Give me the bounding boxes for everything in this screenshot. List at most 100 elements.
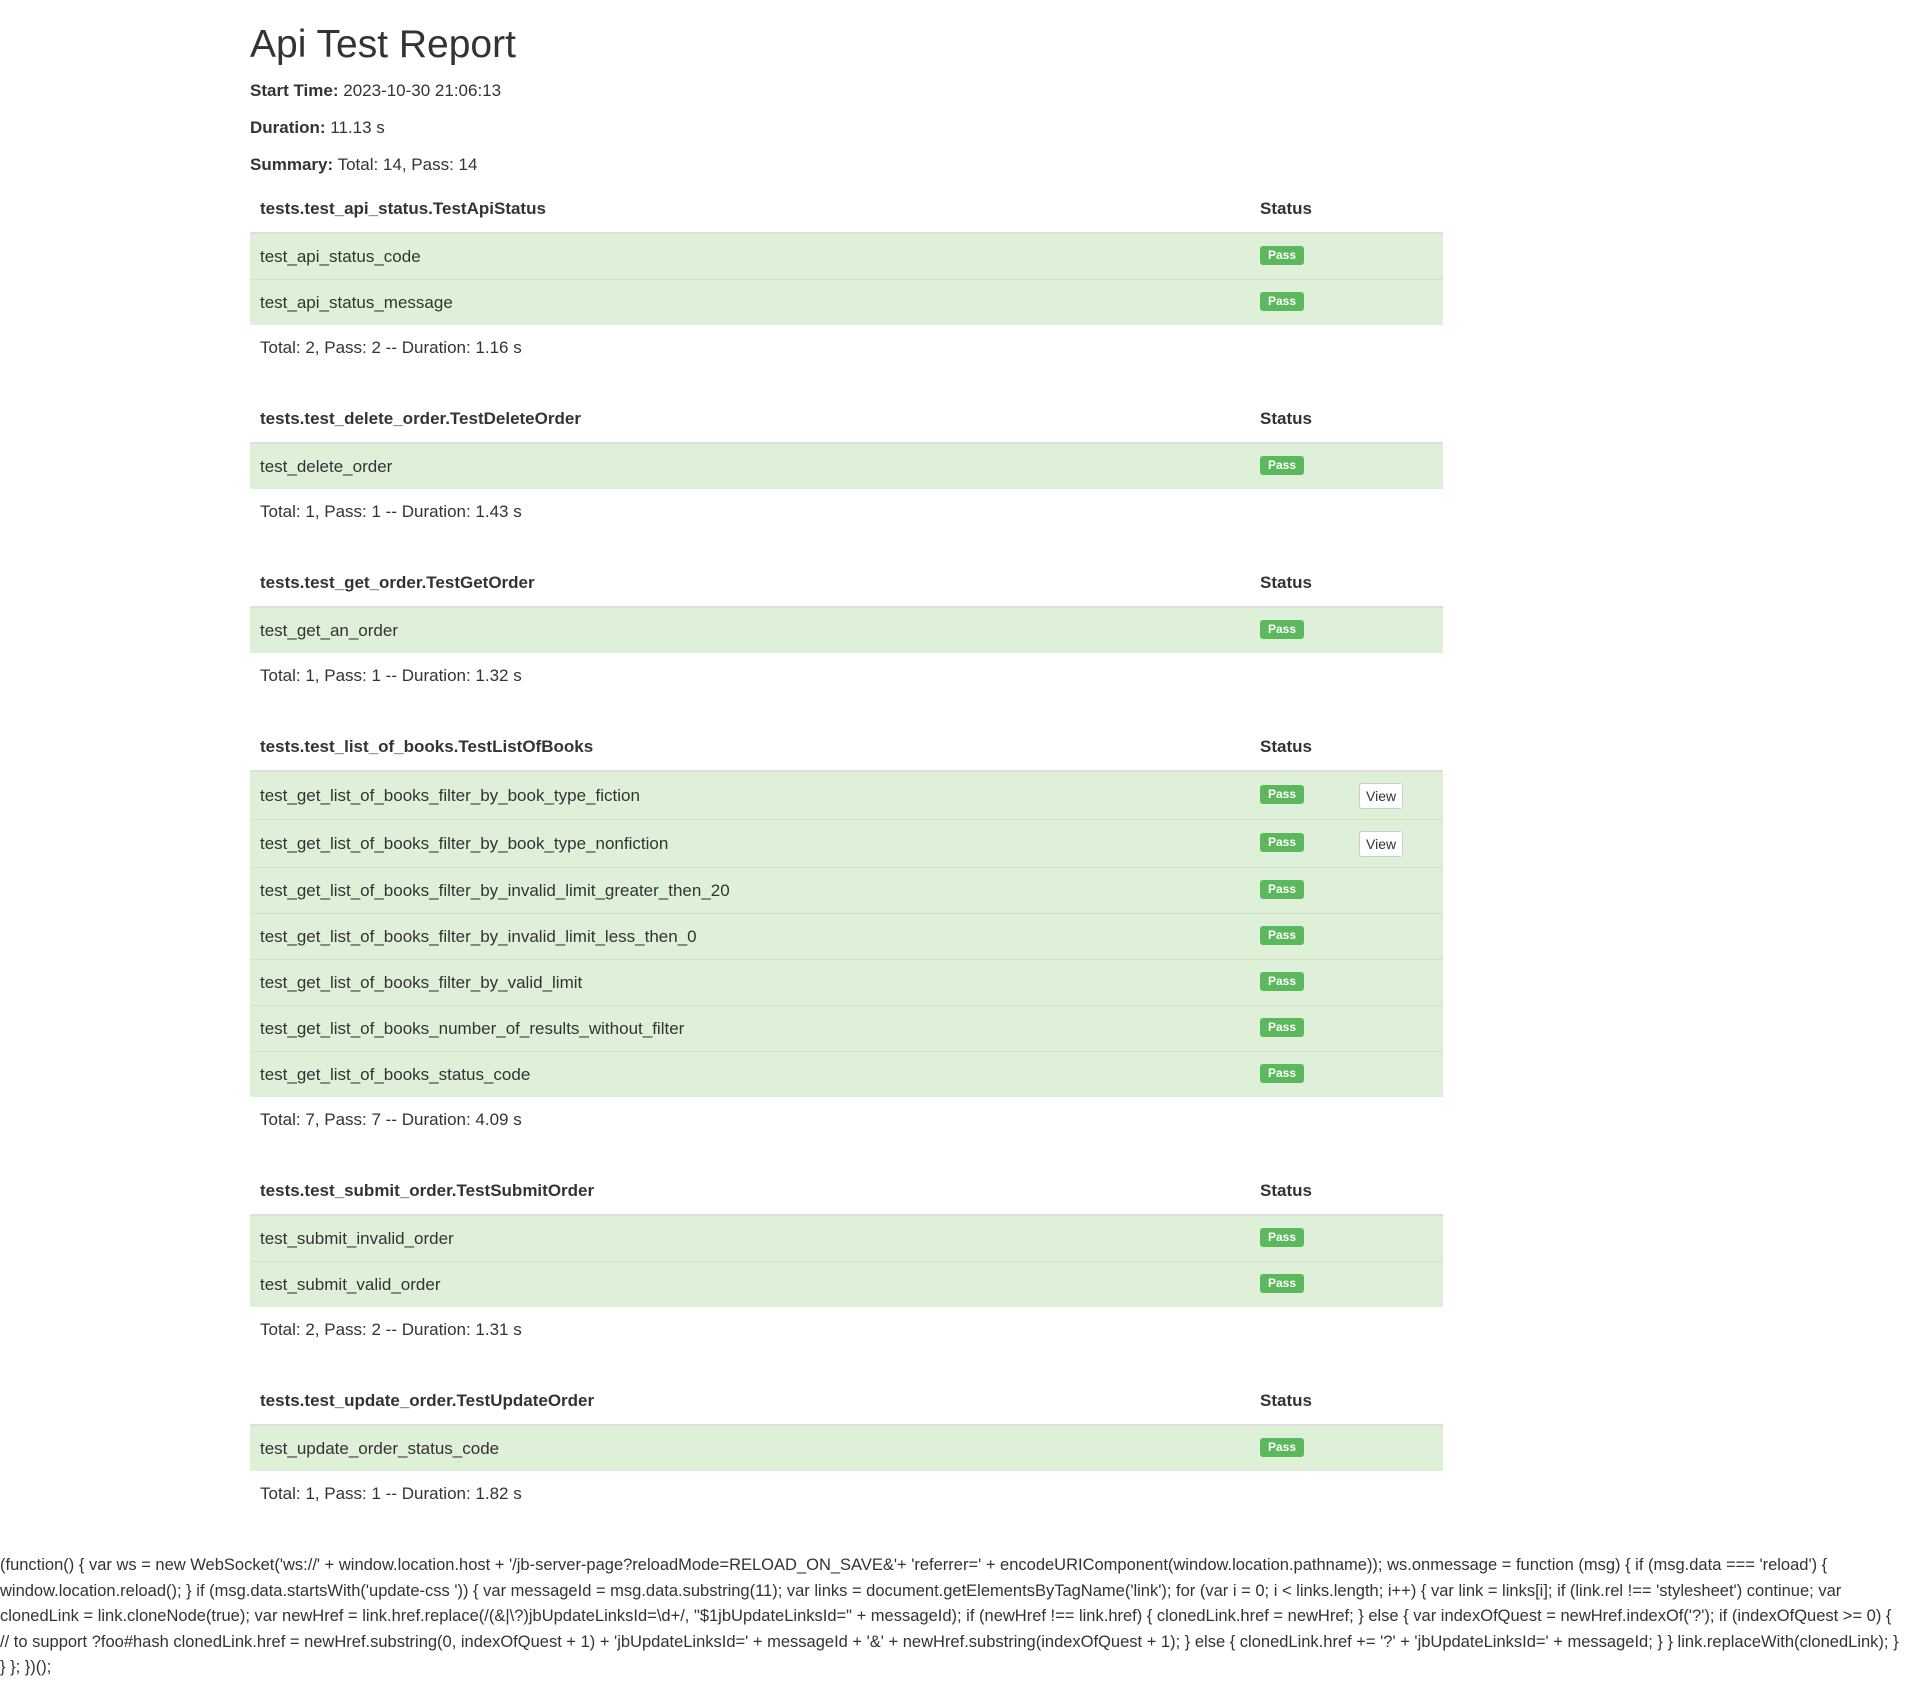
- pass-badge: Pass: [1260, 1438, 1305, 1457]
- suite-name: tests.test_get_order.TestGetOrder: [250, 560, 1250, 608]
- test-case-action-cell: [1349, 1424, 1443, 1471]
- suite-summary: Total: 1, Pass: 1 -- Duration: 1.43 s: [250, 489, 1443, 534]
- test-suite: tests.test_list_of_books.TestListOfBooks…: [250, 724, 1443, 1142]
- suite-header-row: tests.test_get_order.TestGetOrder Status: [250, 560, 1443, 608]
- test-case-name: test_submit_invalid_order: [250, 1214, 1250, 1262]
- test-case-name: test_get_an_order: [250, 606, 1250, 653]
- test-case-row: test_submit_invalid_order Pass: [250, 1214, 1443, 1262]
- suite-spacer: [250, 698, 1443, 724]
- test-suite: tests.test_delete_order.TestDeleteOrder S…: [250, 396, 1443, 534]
- pass-badge: Pass: [1260, 833, 1305, 852]
- test-case-row: test_api_status_message Pass: [250, 279, 1443, 325]
- test-case-row: test_get_list_of_books_status_code Pass: [250, 1051, 1443, 1097]
- test-case-action-cell: [1349, 1051, 1443, 1097]
- pass-badge: Pass: [1260, 1064, 1305, 1083]
- test-case-status-cell: Pass: [1250, 770, 1349, 820]
- test-case-action-cell: [1349, 232, 1443, 280]
- suite-table: tests.test_api_status.TestApiStatus Statu…: [250, 186, 1443, 370]
- test-case-status-cell: Pass: [1250, 819, 1349, 868]
- status-column-header: Status: [1250, 724, 1349, 772]
- status-column-header: Status: [1250, 1378, 1349, 1426]
- test-case-action-cell: [1349, 1214, 1443, 1262]
- suite-name: tests.test_update_order.TestUpdateOrder: [250, 1378, 1250, 1426]
- test-case-row: test_get_list_of_books_filter_by_book_ty…: [250, 770, 1443, 820]
- pass-badge: Pass: [1260, 456, 1305, 475]
- pass-badge: Pass: [1260, 292, 1305, 311]
- pass-badge: Pass: [1260, 620, 1305, 639]
- test-case-row: test_get_list_of_books_filter_by_invalid…: [250, 913, 1443, 960]
- injected-script-text: (function() { var ws = new WebSocket('ws…: [0, 1556, 1899, 1676]
- start-time-line: Start Time: 2023-10-30 21:06:13: [250, 80, 1443, 102]
- test-case-row: test_get_list_of_books_filter_by_valid_l…: [250, 959, 1443, 1006]
- suite-summary: Total: 1, Pass: 1 -- Duration: 1.32 s: [250, 653, 1443, 698]
- pass-badge: Pass: [1260, 785, 1305, 804]
- pass-badge: Pass: [1260, 1228, 1305, 1247]
- suite-spacer: [250, 1142, 1443, 1168]
- test-case-action-cell: View: [1349, 770, 1443, 820]
- test-case-status-cell: Pass: [1250, 1424, 1349, 1471]
- suite-summary-row: Total: 2, Pass: 2 -- Duration: 1.31 s: [250, 1307, 1443, 1352]
- summary-label: Summary:: [250, 155, 334, 174]
- test-case-row: test_submit_valid_order Pass: [250, 1261, 1443, 1307]
- test-case-name: test_api_status_message: [250, 279, 1250, 325]
- status-column-header: Status: [1250, 186, 1349, 234]
- test-case-name: test_get_list_of_books_status_code: [250, 1051, 1250, 1097]
- test-case-row: test_api_status_code Pass: [250, 232, 1443, 280]
- test-case-row: test_delete_order Pass: [250, 442, 1443, 489]
- test-case-status-cell: Pass: [1250, 1261, 1349, 1307]
- suite-table: tests.test_list_of_books.TestListOfBooks…: [250, 724, 1443, 1142]
- view-details-button[interactable]: View: [1359, 830, 1404, 857]
- test-case-row: test_get_list_of_books_number_of_results…: [250, 1005, 1443, 1052]
- test-case-action-cell: [1349, 606, 1443, 653]
- suite-header-row: tests.test_delete_order.TestDeleteOrder S…: [250, 396, 1443, 444]
- test-case-name: test_get_list_of_books_filter_by_invalid…: [250, 913, 1250, 960]
- suite-spacer: [250, 370, 1443, 396]
- suite-name: tests.test_api_status.TestApiStatus: [250, 186, 1250, 234]
- test-suite: tests.test_api_status.TestApiStatus Statu…: [250, 186, 1443, 370]
- suite-name: tests.test_delete_order.TestDeleteOrder: [250, 396, 1250, 444]
- test-case-status-cell: Pass: [1250, 232, 1349, 280]
- test-suite: tests.test_update_order.TestUpdateOrder S…: [250, 1378, 1443, 1516]
- pass-badge: Pass: [1260, 1274, 1305, 1293]
- suite-header-row: tests.test_api_status.TestApiStatus Statu…: [250, 186, 1443, 234]
- suite-header-row: tests.test_update_order.TestUpdateOrder S…: [250, 1378, 1443, 1426]
- test-case-action-cell: [1349, 913, 1443, 960]
- test-case-name: test_api_status_code: [250, 232, 1250, 280]
- suites-list: tests.test_api_status.TestApiStatus Statu…: [250, 186, 1443, 1516]
- pass-badge: Pass: [1260, 1018, 1305, 1037]
- test-case-name: test_get_list_of_books_number_of_results…: [250, 1005, 1250, 1052]
- suite-summary-row: Total: 1, Pass: 1 -- Duration: 1.32 s: [250, 653, 1443, 698]
- duration-label: Duration:: [250, 118, 326, 137]
- suite-spacer: [250, 1352, 1443, 1378]
- test-case-action-cell: [1349, 1261, 1443, 1307]
- status-column-header: Status: [1250, 1168, 1349, 1216]
- pass-badge: Pass: [1260, 926, 1305, 945]
- report-container: Api Test Report Start Time: 2023-10-30 2…: [250, 0, 1443, 1516]
- action-column-header: [1349, 560, 1443, 608]
- pass-badge: Pass: [1260, 880, 1305, 899]
- test-case-action-cell: [1349, 279, 1443, 325]
- pass-badge: Pass: [1260, 246, 1305, 265]
- test-case-name: test_delete_order: [250, 442, 1250, 489]
- action-column-header: [1349, 724, 1443, 772]
- action-column-header: [1349, 1168, 1443, 1216]
- suite-spacer: [250, 534, 1443, 560]
- suite-header-row: tests.test_submit_order.TestSubmitOrder S…: [250, 1168, 1443, 1216]
- suite-summary-row: Total: 2, Pass: 2 -- Duration: 1.16 s: [250, 325, 1443, 370]
- suite-table: tests.test_update_order.TestUpdateOrder S…: [250, 1378, 1443, 1516]
- test-case-name: test_get_list_of_books_filter_by_valid_l…: [250, 959, 1250, 1006]
- test-case-status-cell: Pass: [1250, 913, 1349, 960]
- status-column-header: Status: [1250, 396, 1349, 444]
- test-case-status-cell: Pass: [1250, 959, 1349, 1006]
- action-column-header: [1349, 396, 1443, 444]
- test-case-row: test_get_list_of_books_filter_by_invalid…: [250, 867, 1443, 914]
- suite-summary: Total: 1, Pass: 1 -- Duration: 1.82 s: [250, 1471, 1443, 1516]
- duration-value: 11.13 s: [330, 118, 385, 137]
- view-details-button[interactable]: View: [1359, 782, 1404, 809]
- status-column-header: Status: [1250, 560, 1349, 608]
- test-suite: tests.test_submit_order.TestSubmitOrder S…: [250, 1168, 1443, 1352]
- test-case-name: test_update_order_status_code: [250, 1424, 1250, 1471]
- summary-value: Total: 14, Pass: 14: [337, 155, 478, 174]
- test-case-action-cell: [1349, 442, 1443, 489]
- test-case-name: test_get_list_of_books_filter_by_invalid…: [250, 867, 1250, 914]
